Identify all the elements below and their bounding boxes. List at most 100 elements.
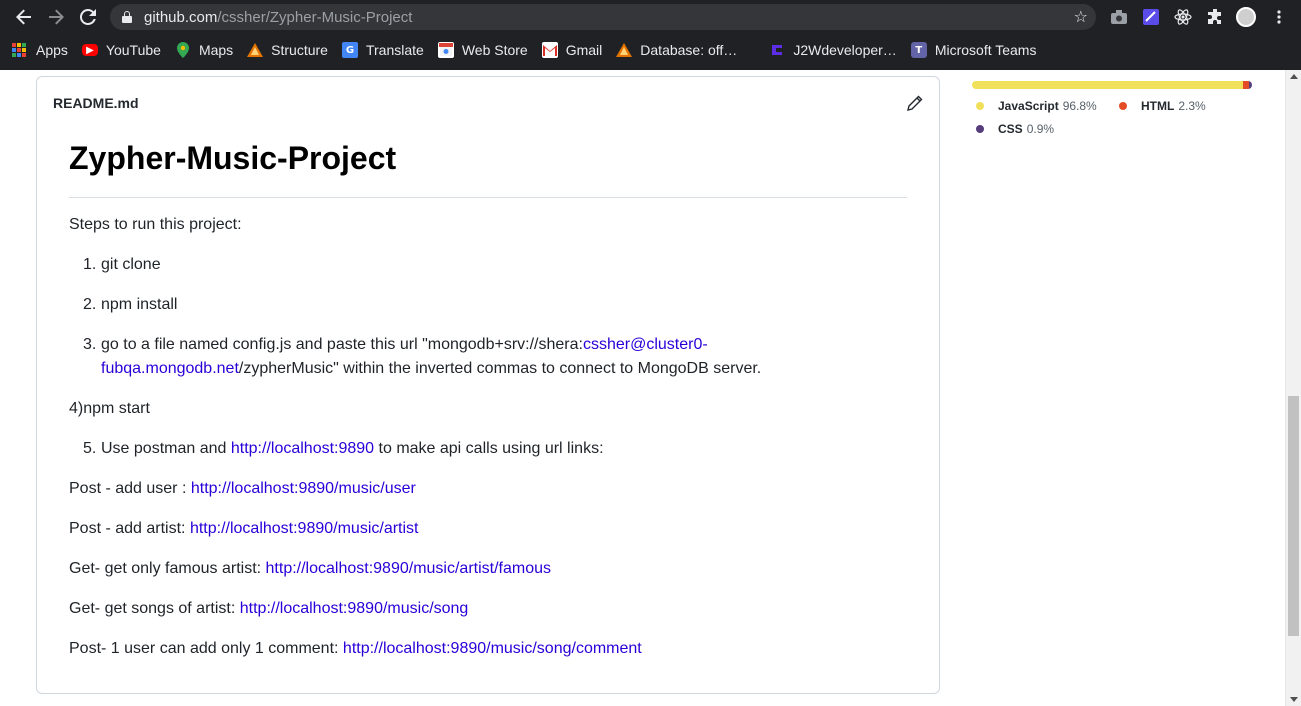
language-bar-segment-javascript [972,81,1244,89]
language-name: CSS [998,122,1023,136]
endpoint-link[interactable]: http://localhost:9890/music/artist/famou… [266,560,551,577]
bookmark-maps[interactable]: Maps [175,38,233,62]
language-dot-icon [976,102,984,110]
endpoint-label: Get- get only famous artist: [69,560,266,577]
bookmark-label: Gmail [565,42,603,58]
bookmark-label: Structure [271,42,328,58]
endpoint-link[interactable]: http://localhost:9890/music/user [191,480,416,497]
vertical-scrollbar[interactable] [1285,70,1301,706]
bookmark-star-icon[interactable]: ☆ [1074,7,1088,26]
endpoint-post-comment: Post- 1 user can add only 1 comment: htt… [69,637,642,661]
endpoint-link[interactable]: http://localhost:9890/music/artist [190,520,419,537]
menu-kebab-icon[interactable] [1268,5,1290,29]
language-dot-icon [1119,102,1127,110]
forward-arrow-icon[interactable] [42,3,70,31]
bookmark-j2w[interactable]: J2Wdeveloper… [769,38,897,62]
maps-pin-icon [175,42,191,58]
steps-intro: Steps to run this project: [69,216,242,233]
endpoint-get-songs: Get- get songs of artist: http://localho… [69,597,468,621]
bookmark-gmail[interactable]: Gmail [541,38,603,62]
step-4-text: 4)npm start [69,400,150,417]
list-item-text: to make api calls using url links: [374,440,604,457]
list-item: 2. npm install [83,296,178,313]
database-icon [616,42,633,58]
github-page: README.md Zypher-Music-Project Steps to … [0,70,1285,706]
scroll-up-arrow-icon[interactable] [1290,74,1298,79]
endpoint-post-user: Post - add user : http://localhost:9890/… [69,477,416,501]
scroll-down-arrow-icon[interactable] [1290,697,1298,702]
bookmark-label: J2Wdeveloper… [793,42,897,58]
language-bar-segment-css [1249,81,1252,89]
web-store-icon [437,42,454,58]
youtube-icon: ▶ [81,44,98,56]
bookmark-label: Microsoft Teams [934,42,1037,58]
language-name: HTML [1141,99,1175,113]
mongodb-host-link[interactable]: fubqa.mongodb.net [101,360,239,377]
react-devtools-icon[interactable] [1172,5,1194,29]
list-item: 5. Use postman and http://localhost:9890 … [83,440,604,457]
bookmarks-bar: Apps ▶ YouTube Maps Structure G Translat… [0,34,1301,66]
extensions-puzzle-icon[interactable] [1204,5,1226,29]
profile-avatar-icon[interactable] [1235,5,1257,29]
language-percent: 0.9% [1026,122,1055,136]
list-item-text: git clone [101,256,161,273]
structure-icon [247,42,264,58]
url-path: /cssher/Zypher-Music-Project [217,8,413,26]
bookmark-web-store[interactable]: Web Store [437,38,528,62]
bookmark-apps[interactable]: Apps [12,38,68,62]
apps-grid-icon [12,43,26,57]
address-bar[interactable]: github.com/cssher/Zypher-Music-Project ☆ [110,4,1096,30]
lock-icon [122,11,132,23]
endpoint-get-famous: Get- get only famous artist: http://loca… [69,557,551,581]
bookmark-label: Web Store [461,42,528,58]
j2w-icon [769,42,785,58]
endpoint-label: Post - add artist: [69,520,190,537]
language-percent: 2.3% [1178,99,1206,113]
language-percent: 96.8% [1062,99,1097,113]
bookmark-label: Database: off… [640,42,738,58]
teams-icon: T [910,42,927,58]
back-arrow-icon[interactable] [10,3,38,31]
bookmark-label: YouTube [105,42,161,58]
extension-purple-icon[interactable] [1140,5,1162,29]
bookmark-label: Translate [365,42,424,58]
language-bar [972,81,1252,89]
bookmark-database[interactable]: Database: off… [616,38,737,62]
language-javascript[interactable]: JavaScript 96.8% [976,99,1097,113]
endpoint-label: Get- get songs of artist: [69,600,240,617]
bookmark-structure[interactable]: Structure [247,38,328,62]
list-item-text: /zypherMusic" within the inverted commas… [238,360,762,377]
endpoint-label: Post - add user : [69,480,191,497]
language-html[interactable]: HTML 2.3% [1119,99,1206,113]
readme-box: README.md Zypher-Music-Project Steps to … [36,76,940,694]
camera-icon[interactable] [1108,5,1130,29]
bookmark-label: Maps [198,42,234,58]
endpoint-link[interactable]: http://localhost:9890/music/song/comment [343,640,642,657]
endpoint-label: Post- 1 user can add only 1 comment: [69,640,343,657]
edit-pencil-icon[interactable] [907,95,923,111]
readme-title: Zypher-Music-Project [69,142,907,198]
bookmark-youtube[interactable]: ▶ YouTube [81,38,161,62]
translate-icon: G [341,42,358,58]
list-item-text: go to a file named config.js and paste t… [101,336,583,353]
readme-content: Zypher-Music-Project Steps to run this p… [69,142,907,657]
language-css[interactable]: CSS 0.9% [976,122,1054,136]
bookmark-translate[interactable]: G Translate [341,38,424,62]
url-host: github.com [144,8,218,26]
bookmark-label: Apps [36,42,68,58]
browser-toolbar: github.com/cssher/Zypher-Music-Project ☆ [0,0,1301,34]
list-item: 3. go to a file named config.js and past… [83,336,762,377]
language-name: JavaScript [998,99,1059,113]
scrollbar-thumb[interactable] [1288,396,1299,636]
gmail-icon [541,42,558,58]
endpoint-post-artist: Post - add artist: http://localhost:9890… [69,517,419,541]
reload-icon[interactable] [74,3,102,31]
endpoint-link[interactable]: http://localhost:9890/music/song [240,600,469,617]
list-item: 1. git clone [83,256,161,273]
bookmark-teams[interactable]: T Microsoft Teams [910,38,1037,62]
readme-filename: README.md [53,95,139,111]
readme-header: README.md [37,77,939,129]
language-dot-icon [976,125,984,133]
mongodb-user-link[interactable]: cssher@cluster0- [583,336,708,353]
localhost-link[interactable]: http://localhost:9890 [231,440,374,457]
